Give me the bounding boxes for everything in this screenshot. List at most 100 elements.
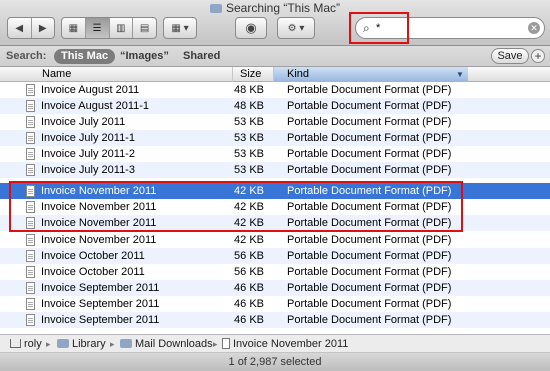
path-item-file[interactable]: Invoice November 2011: [222, 335, 348, 353]
file-row[interactable]: Invoice September 2011 46 KB Portable Do…: [0, 296, 550, 312]
pdf-file-icon: [26, 298, 35, 310]
search-scope-label: Search:: [6, 50, 47, 62]
coverflow-view-icon: ▤: [139, 22, 150, 34]
file-size: 42 KB: [234, 234, 264, 246]
window-title: Searching “This Mac”: [225, 1, 341, 15]
scope-shared-button[interactable]: Shared: [183, 50, 220, 62]
home-icon: [10, 339, 21, 348]
file-size: 53 KB: [234, 116, 264, 128]
file-kind: Portable Document Format (PDF): [287, 266, 452, 278]
column-kind-header[interactable]: Kind: [287, 67, 309, 81]
column-size-header[interactable]: Size: [240, 67, 261, 81]
search-annotation-box: [349, 12, 409, 44]
save-search-button[interactable]: Save: [491, 48, 529, 64]
file-kind: Portable Document Format (PDF): [287, 282, 452, 294]
icon-view-icon: ▦: [68, 22, 79, 34]
smart-folder-icon: [209, 4, 222, 13]
file-size: 53 KB: [234, 132, 264, 144]
column-name-header[interactable]: Name: [42, 67, 71, 81]
back-arrow-icon: ◀: [15, 22, 24, 34]
search-scope-bar: Search: This Mac “Images” Shared Save +: [0, 46, 550, 67]
file-kind: Portable Document Format (PDF): [287, 234, 452, 246]
folder-icon: [57, 339, 69, 348]
quick-look-button[interactable]: ◉: [235, 17, 267, 39]
arrange-button[interactable]: ▦ ▾: [163, 17, 197, 39]
action-menu-button[interactable]: ⚙ ▾: [277, 17, 315, 39]
pdf-file-icon: [26, 148, 35, 160]
file-name: Invoice July 2011-1: [41, 132, 135, 144]
list-view-icon: ☰: [92, 22, 102, 34]
path-item-mail-downloads[interactable]: Mail Downloads: [120, 335, 213, 353]
file-kind: Portable Document Format (PDF): [287, 116, 452, 128]
file-kind: Portable Document Format (PDF): [287, 164, 452, 176]
pdf-file-icon: [26, 314, 35, 326]
path-item-library[interactable]: Library: [57, 335, 106, 353]
view-mode-control: ▦ ☰ ▥ ▤: [61, 17, 157, 39]
file-name: Invoice July 2011-2: [41, 148, 135, 160]
file-row[interactable]: Invoice September 2011 46 KB Portable Do…: [0, 312, 550, 328]
file-row[interactable]: Invoice August 2011-1 48 KB Portable Doc…: [0, 98, 550, 114]
path-bar: roly ▸ Library ▸ Mail Downloads ▸ Invoic…: [0, 334, 550, 353]
file-name: Invoice September 2011: [41, 282, 160, 294]
coverflow-view-button[interactable]: ▤: [133, 18, 156, 38]
forward-button[interactable]: ▶: [32, 18, 55, 38]
duplicate-rows-annotation-box: [9, 181, 463, 232]
file-row[interactable]: Invoice October 2011 56 KB Portable Docu…: [0, 248, 550, 264]
back-forward-control: ◀ ▶: [7, 17, 55, 39]
scope-this-mac-button[interactable]: This Mac: [54, 49, 116, 64]
pdf-file-icon: [26, 164, 35, 176]
file-name: Invoice October 2011: [41, 250, 145, 262]
forward-arrow-icon: ▶: [38, 22, 47, 34]
file-size: 56 KB: [234, 250, 264, 262]
file-size: 53 KB: [234, 164, 264, 176]
scope-images-button[interactable]: “Images”: [120, 50, 169, 62]
file-size: 46 KB: [234, 298, 264, 310]
column-view-button[interactable]: ▥: [110, 18, 134, 38]
file-name: Invoice July 2011: [41, 116, 126, 128]
pdf-file-icon: [26, 84, 35, 96]
file-name: Invoice August 2011-1: [41, 100, 150, 112]
file-size: 48 KB: [234, 84, 264, 96]
file-name: Invoice September 2011: [41, 298, 160, 310]
file-name: Invoice September 2011: [41, 314, 160, 326]
file-name: Invoice July 2011-3: [41, 164, 135, 176]
file-size: 53 KB: [234, 148, 264, 160]
file-size: 46 KB: [234, 282, 264, 294]
file-row[interactable]: Invoice July 2011-1 53 KB Portable Docum…: [0, 130, 550, 146]
file-kind: Portable Document Format (PDF): [287, 148, 452, 160]
list-view-button[interactable]: ☰: [85, 18, 110, 38]
back-button[interactable]: ◀: [8, 18, 32, 38]
sort-descending-icon: ▼: [456, 70, 464, 79]
selection-count: 1 of 2,987 selected: [228, 356, 322, 368]
add-criteria-button[interactable]: +: [531, 49, 545, 63]
path-item-label: Mail Downloads: [135, 338, 213, 350]
path-item-home[interactable]: roly: [10, 335, 42, 353]
column-header: Name Size Kind ▼: [0, 67, 550, 82]
file-row[interactable]: Invoice September 2011 46 KB Portable Do…: [0, 280, 550, 296]
icon-view-button[interactable]: ▦: [62, 18, 86, 38]
file-row[interactable]: Invoice November 2011 42 KB Portable Doc…: [0, 232, 550, 248]
path-chevron-icon: ▸: [110, 339, 115, 349]
window-title-bar: Searching “This Mac”: [0, 0, 550, 16]
path-chevron-icon: ▸: [46, 339, 51, 349]
file-kind: Portable Document Format (PDF): [287, 250, 452, 262]
path-chevron-icon: ▸: [213, 339, 218, 349]
file-kind: Portable Document Format (PDF): [287, 298, 452, 310]
file-name: Invoice November 2011: [41, 234, 157, 246]
pdf-file-icon: [26, 266, 35, 278]
file-size: 56 KB: [234, 266, 264, 278]
pdf-file-icon: [26, 100, 35, 112]
file-row[interactable]: Invoice July 2011-3 53 KB Portable Docum…: [0, 162, 550, 178]
file-row[interactable]: Invoice July 2011 53 KB Portable Documen…: [0, 114, 550, 130]
path-item-label: Invoice November 2011: [233, 338, 349, 350]
arrange-icon: ▦ ▾: [171, 22, 189, 34]
column-divider[interactable]: [232, 67, 233, 82]
file-row[interactable]: Invoice August 2011 48 KB Portable Docum…: [0, 82, 550, 98]
file-row[interactable]: Invoice July 2011-2 53 KB Portable Docum…: [0, 146, 550, 162]
file-row[interactable]: Invoice October 2011 56 KB Portable Docu…: [0, 264, 550, 280]
clear-search-icon[interactable]: ✕: [528, 22, 540, 34]
pdf-file-icon: [26, 282, 35, 294]
pdf-file-icon: [26, 116, 35, 128]
eye-icon: ◉: [245, 20, 257, 35]
column-view-icon: ▥: [116, 22, 126, 34]
